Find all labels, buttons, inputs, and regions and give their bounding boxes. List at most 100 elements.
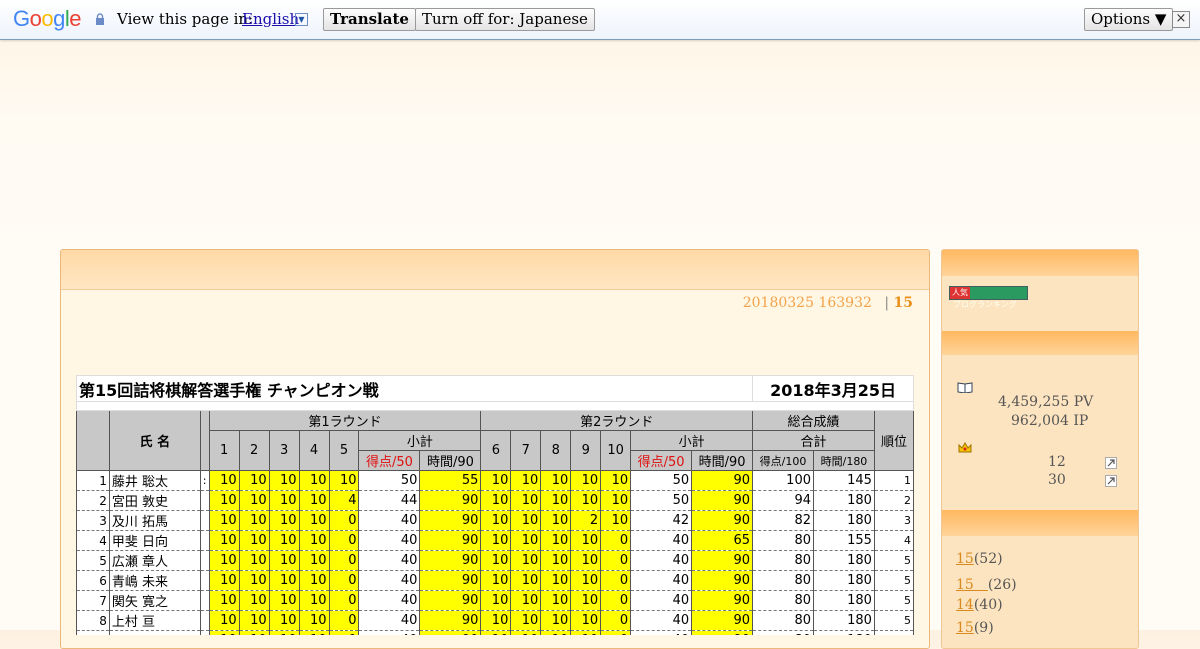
round1-score: 10: [208, 510, 240, 531]
round1-score: 0: [328, 610, 360, 631]
row-mark: [199, 510, 210, 531]
question-header: 10: [600, 430, 632, 471]
round2-score: 10: [480, 530, 512, 551]
total-score: 80: [752, 530, 814, 551]
round1-header: 第1ラウンド: [208, 410, 482, 431]
total-score: 94: [752, 490, 814, 511]
round2-score: 10: [510, 630, 542, 635]
score100-header: 得点/100: [752, 450, 814, 471]
round2-subtotal-time: 90: [691, 630, 754, 635]
archive-item: 15 (26): [956, 574, 1017, 594]
round1-subtotal-score: 40: [358, 550, 421, 571]
round2-score: 0: [600, 570, 632, 591]
round2-score: 10: [540, 470, 572, 491]
archive-link[interactable]: 15: [956, 577, 988, 593]
round1-subtotal-score: 40: [358, 530, 421, 551]
round2-subtotal-score: 40: [630, 570, 693, 591]
row-number: 7: [76, 590, 110, 611]
entry-info: 20180325 163932 | 15: [743, 295, 913, 311]
rank-cell: 5: [873, 630, 914, 635]
round1-score: 0: [328, 550, 360, 571]
language-select[interactable]: English: [242, 10, 299, 28]
round1-subtotal-time: 90: [419, 570, 482, 591]
round1-score: 10: [208, 530, 240, 551]
round1-score: 10: [298, 610, 330, 631]
row-mark: [199, 490, 210, 511]
rank-cell: 3: [873, 510, 914, 531]
archive-link[interactable]: 15: [956, 620, 974, 636]
close-icon[interactable]: ×: [1172, 11, 1190, 28]
table-row: 3 及川 拓馬 10 10 10 10 0 40 90 10 10 10 2 10 42 90 82 180 3: [76, 510, 914, 531]
round2-subtotal-score: 50: [630, 470, 693, 491]
round1-score: 0: [328, 590, 360, 611]
round2-score: 10: [540, 490, 572, 511]
table-row: 2 宮田 敦史 10 10 10 10 4 44 90 10 10 10 10 10 50 90 94 180 2: [76, 490, 914, 511]
round2-score: 10: [540, 550, 572, 571]
round1-subtotal-score: 44: [358, 490, 421, 511]
total-time: 180: [813, 610, 875, 631]
row-mark: [199, 610, 210, 631]
total-time: 180: [813, 570, 875, 591]
lock-icon: [96, 13, 104, 25]
total-score: 80: [752, 610, 814, 631]
round2-header: 第2ラウンド: [480, 410, 754, 431]
arrow-up-right-icon[interactable]: [1105, 457, 1117, 469]
round1-subtotal-time: 90: [419, 550, 482, 571]
player-name: 青嶋 未来: [108, 570, 201, 591]
options-button[interactable]: Options ▼: [1084, 8, 1174, 31]
question-header: 9: [570, 430, 602, 471]
row-mark: [199, 550, 210, 571]
round1-score: 10: [298, 630, 330, 635]
translate-button[interactable]: Translate: [323, 8, 416, 31]
table-row: 5 広瀬 章人 10 10 10 10 0 40 90 10 10 10 10 0 40 90 80 180 5: [76, 550, 914, 571]
round1-score: 0: [328, 530, 360, 551]
round2-subtotal-score: 42: [630, 510, 693, 531]
book-icon: [957, 382, 973, 393]
round1-score: 10: [208, 610, 240, 631]
round2-score: 0: [600, 590, 632, 611]
entry-header: [61, 250, 929, 290]
row-number: 8: [76, 610, 110, 631]
round1-subtotal-time: 90: [419, 510, 482, 531]
table-body: 1 藤井 聡太:10 10 10 10 10 50 55 10 10 10 10 10 50 90 100 14…: [76, 470, 914, 635]
chevron-down-icon[interactable]: ▼: [295, 13, 308, 26]
row-number: 2: [76, 490, 110, 511]
pv-count: 4,459,255 PV: [998, 394, 1094, 410]
round1-score: 10: [208, 630, 240, 635]
translate-bar: Google View this page in: English ▼ Tran…: [0, 0, 1200, 40]
round2-subtotal-score: 50: [630, 490, 693, 511]
row-number: 4: [76, 530, 110, 551]
arrow-up-right-icon[interactable]: [1105, 475, 1117, 487]
round2-score: 10: [510, 490, 542, 511]
question-header: 7: [510, 430, 542, 471]
row-mark: [199, 590, 210, 611]
archive-link[interactable]: 15: [956, 551, 974, 567]
round2-score: 10: [600, 510, 632, 531]
round1-subtotal-time: 90: [419, 530, 482, 551]
mark-header: [199, 410, 210, 471]
sidebar-header: [942, 510, 1138, 536]
round1-subtotal-time: 90: [419, 630, 482, 635]
table-row: 1 藤井 聡太:10 10 10 10 10 50 55 10 10 10 10 10 50 90 100 14…: [76, 470, 914, 491]
player-name: 及川 拓馬: [108, 510, 201, 531]
turn-off-button[interactable]: Turn off for: Japanese: [415, 8, 595, 31]
archive-item: 15(52): [956, 551, 1003, 567]
row-mark: [199, 570, 210, 591]
player-name: 関矢 寛之: [108, 590, 201, 611]
sidebar-header: [942, 331, 1138, 355]
round2-score: 10: [480, 510, 512, 531]
round1-score: 10: [298, 570, 330, 591]
entry-count-link[interactable]: 15: [894, 295, 913, 311]
round2-score: 10: [510, 470, 542, 491]
archive-link[interactable]: 14: [956, 597, 974, 613]
round2-score: 10: [540, 590, 572, 611]
blog-ranking-badge[interactable]: 人気ブログランキング: [949, 286, 1028, 309]
logo-letter: o: [29, 6, 42, 31]
round2-subtotal-score: 40: [630, 630, 693, 635]
score50-header: 得点/50: [358, 450, 421, 471]
round2-subtotal-score: 40: [630, 550, 693, 571]
time90-header: 時間/90: [691, 450, 754, 471]
round1-score: 10: [298, 510, 330, 531]
round2-score: 10: [510, 570, 542, 591]
round2-subtotal-time: 90: [691, 570, 754, 591]
